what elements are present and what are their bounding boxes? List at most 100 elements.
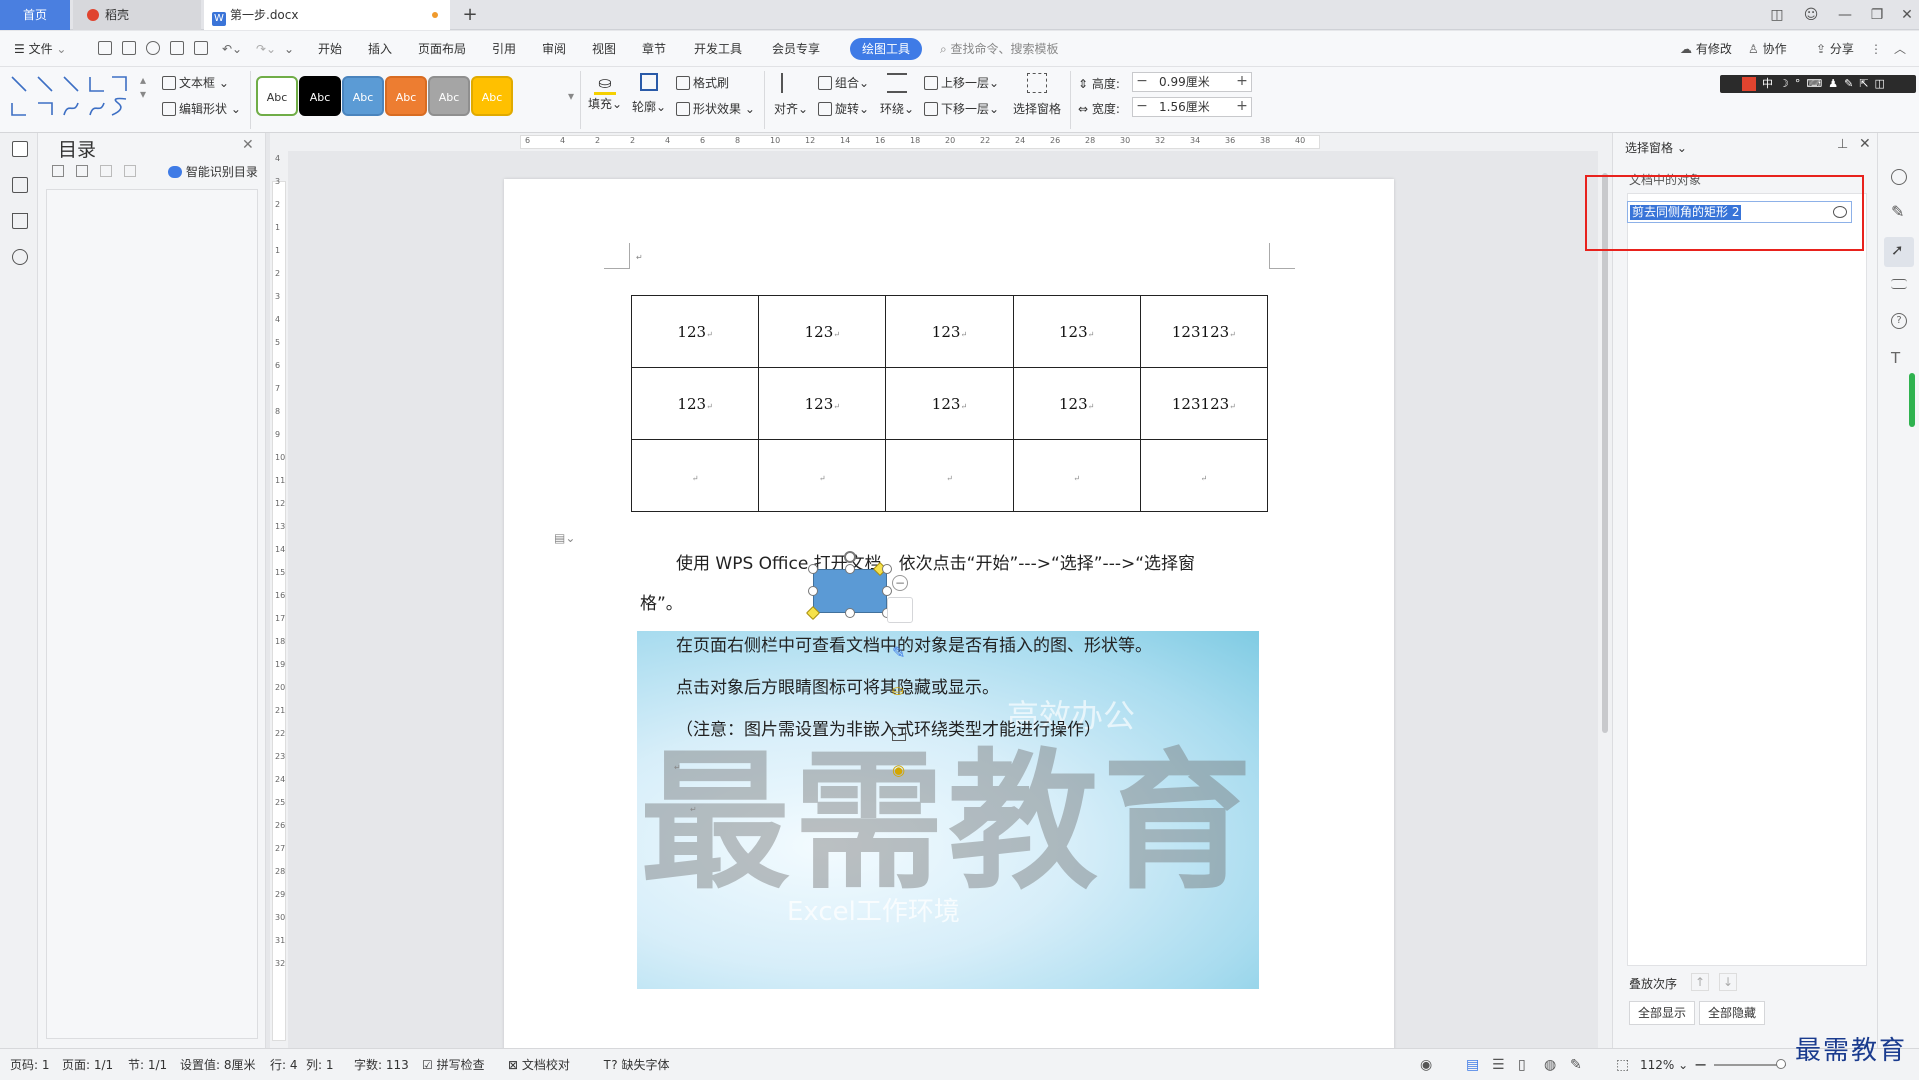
resize-handle[interactable]: [882, 586, 892, 596]
collapse-ribbon-icon[interactable]: ︿: [1894, 31, 1906, 67]
command-search[interactable]: ⌕ 查找命令、搜索模板: [940, 31, 1059, 67]
table-cell[interactable]: 123↵: [885, 367, 1014, 440]
chapter-nav-icon[interactable]: [12, 177, 28, 193]
horizontal-ruler[interactable]: 6 4 2 2 4 6 8 10 12 14 16 18 20 22 24 26 28 30 32 34 36 38 40: [270, 133, 1600, 151]
bring-forward-button[interactable]: 上移一层⌄: [924, 74, 999, 91]
shape-style-5[interactable]: Abc: [428, 76, 470, 116]
table-cell[interactable]: 123↵: [1012, 367, 1141, 440]
shape-style-1[interactable]: Abc: [256, 76, 298, 116]
style-icon[interactable]: [1891, 169, 1907, 185]
proofread-button[interactable]: ⊠ 文档校对: [508, 1049, 570, 1080]
outline-color-icon[interactable]: [887, 723, 913, 749]
height-field[interactable]: − 0.99厘米 +: [1132, 72, 1252, 92]
group-button[interactable]: 组合⌄: [818, 74, 869, 91]
new-tab-button[interactable]: +: [460, 0, 480, 30]
edit-icon[interactable]: ✎: [1891, 204, 1907, 221]
menu-reference[interactable]: 引用: [492, 31, 516, 67]
document-table[interactable]: 123↵ 123↵ 123↵ 123↵ 123123↵ 123↵ 123↵ 123↵ 123↵ 1…: [630, 295, 1269, 512]
restore-button[interactable]: ❐: [1862, 0, 1892, 30]
paragraph-1-line-2[interactable]: 格”。: [640, 589, 683, 614]
pane-close-icon[interactable]: ✕: [1859, 136, 1871, 152]
menu-view[interactable]: 视图: [592, 31, 616, 67]
selection-pane-title[interactable]: 选择窗格 ⌄: [1625, 139, 1687, 156]
resize-handle[interactable]: [808, 564, 818, 574]
menu-insert[interactable]: 插入: [368, 31, 392, 67]
layout-icon[interactable]: ◫: [1762, 0, 1792, 30]
menu-review[interactable]: 审阅: [542, 31, 566, 67]
shape-style-6[interactable]: Abc: [471, 76, 513, 116]
document-area[interactable]: ↵ 123↵ 123↵ 123↵ 123↵ 123123↵ 123↵ 123↵ 123↵ 123…: [288, 151, 1598, 1048]
bulb-icon[interactable]: ◉: [887, 761, 913, 787]
resize-handle[interactable]: [845, 564, 855, 574]
tab-drawing-tools[interactable]: 绘图工具: [850, 38, 923, 60]
smart-toc-button[interactable]: 智能识别目录: [168, 163, 258, 180]
status-page-number[interactable]: 页码: 1: [10, 1049, 50, 1080]
style-more-icon[interactable]: ▾: [568, 89, 574, 103]
edit-shape-button[interactable]: 编辑形状 ⌄: [162, 100, 241, 117]
table-cell[interactable]: 123↵: [758, 295, 887, 368]
fill-button[interactable]: ⛀ 填充⌄: [588, 73, 622, 112]
shape-effect-button[interactable]: 形状效果 ⌄: [676, 100, 755, 117]
missing-font-button[interactable]: Ꭲ? 缺失字体: [604, 1049, 669, 1080]
table-cell[interactable]: 123↵: [885, 295, 1014, 368]
close-window-button[interactable]: ✕: [1892, 0, 1919, 30]
menu-member[interactable]: 会员专享: [772, 31, 820, 67]
text-icon[interactable]: T: [1891, 351, 1907, 367]
hide-all-button[interactable]: 全部隐藏: [1699, 1001, 1766, 1025]
fit-page-icon[interactable]: ⬚: [1616, 1049, 1629, 1080]
toc-remove-icon[interactable]: [124, 165, 136, 177]
textbox-button[interactable]: 文本框 ⌄: [162, 74, 229, 91]
redo-icon[interactable]: ↷⌄: [256, 31, 276, 67]
height-decrease-button[interactable]: −: [1133, 73, 1151, 91]
vertical-ruler[interactable]: 4 3 2 1 1 2 3 4 5 6 7 8 9 10 11 12 13 14 15 16 17 18 19 20 21 22 2…: [270, 151, 288, 1048]
changes-button[interactable]: ☁ 有修改: [1680, 31, 1732, 67]
outline-view-icon[interactable]: ☰: [1492, 1049, 1505, 1080]
shape-style-3[interactable]: Abc: [342, 76, 384, 116]
table-cell[interactable]: ↵: [758, 439, 887, 512]
document-page[interactable]: ↵ 123↵ 123↵ 123↵ 123↵ 123123↵ 123↵ 123↵ 123↵ 123…: [504, 179, 1394, 1048]
table-cell[interactable]: 123↵: [1012, 295, 1141, 368]
preview-icon[interactable]: [194, 41, 208, 55]
page-view-icon[interactable]: ▤: [1466, 1049, 1479, 1080]
selected-shape[interactable]: [813, 569, 887, 613]
ime-toolbar[interactable]: 中☽°⌨♟✎⇱◫: [1720, 75, 1916, 93]
pen-icon[interactable]: ✎: [887, 643, 913, 669]
bookmark-icon[interactable]: [12, 213, 28, 229]
status-row[interactable]: 行: 4: [270, 1049, 298, 1080]
zoom-level[interactable]: 112% ⌄: [1640, 1049, 1688, 1080]
move-up-icon[interactable]: ↑: [1691, 973, 1709, 991]
align-button[interactable]: 对齐⌄: [774, 73, 808, 117]
outline-nav-icon[interactable]: [12, 141, 28, 157]
menu-chapter[interactable]: 章节: [642, 31, 666, 67]
tab-daoke[interactable]: 稻壳: [73, 0, 201, 30]
new-doc-icon[interactable]: [98, 41, 112, 55]
table-cell[interactable]: 123123↵: [1139, 295, 1269, 368]
save-icon[interactable]: [122, 41, 136, 55]
paragraph-2[interactable]: 在页面右侧栏中可查看文档中的对象是否有插入的图、形状等。: [676, 631, 1152, 656]
zoom-slider-thumb[interactable]: [1776, 1059, 1786, 1069]
outline-button[interactable]: 轮廓⌄: [632, 73, 666, 115]
scrollbar-thumb[interactable]: [1602, 173, 1608, 733]
table-cell[interactable]: ↵: [885, 439, 1014, 512]
find-icon[interactable]: [12, 249, 28, 265]
share-button[interactable]: ⇪ 分享: [1816, 31, 1854, 67]
shape-style-4[interactable]: Abc: [385, 76, 427, 116]
select-pane-button[interactable]: 选择窗格: [1012, 73, 1062, 117]
spell-check-button[interactable]: ☑ 拼写检查: [422, 1049, 485, 1080]
toc-add-icon[interactable]: [100, 165, 112, 177]
minimize-button[interactable]: —: [1830, 0, 1860, 30]
resize-handle[interactable]: [882, 564, 892, 574]
paragraph-1-line-1[interactable]: 使用 WPS Office 打开文档，依次点击“开始”--->“选择”--->“…: [676, 549, 1195, 574]
tab-document[interactable]: W 第一步.docx: [204, 0, 450, 30]
pin-icon[interactable]: ⊥: [1837, 137, 1848, 152]
adjust-icon[interactable]: [1891, 279, 1907, 289]
status-setting[interactable]: 设置值: 8厘米: [180, 1049, 256, 1080]
shape-gallery[interactable]: [8, 71, 138, 125]
width-increase-button[interactable]: +: [1233, 98, 1251, 116]
status-section[interactable]: 节: 1/1: [128, 1049, 167, 1080]
zoom-out-button[interactable]: −: [1694, 1049, 1707, 1080]
table-cell[interactable]: 123↵: [630, 295, 760, 368]
resize-handle[interactable]: [845, 608, 855, 618]
table-cell[interactable]: ↵: [1012, 439, 1141, 512]
reading-view-icon[interactable]: ▯: [1518, 1049, 1526, 1080]
